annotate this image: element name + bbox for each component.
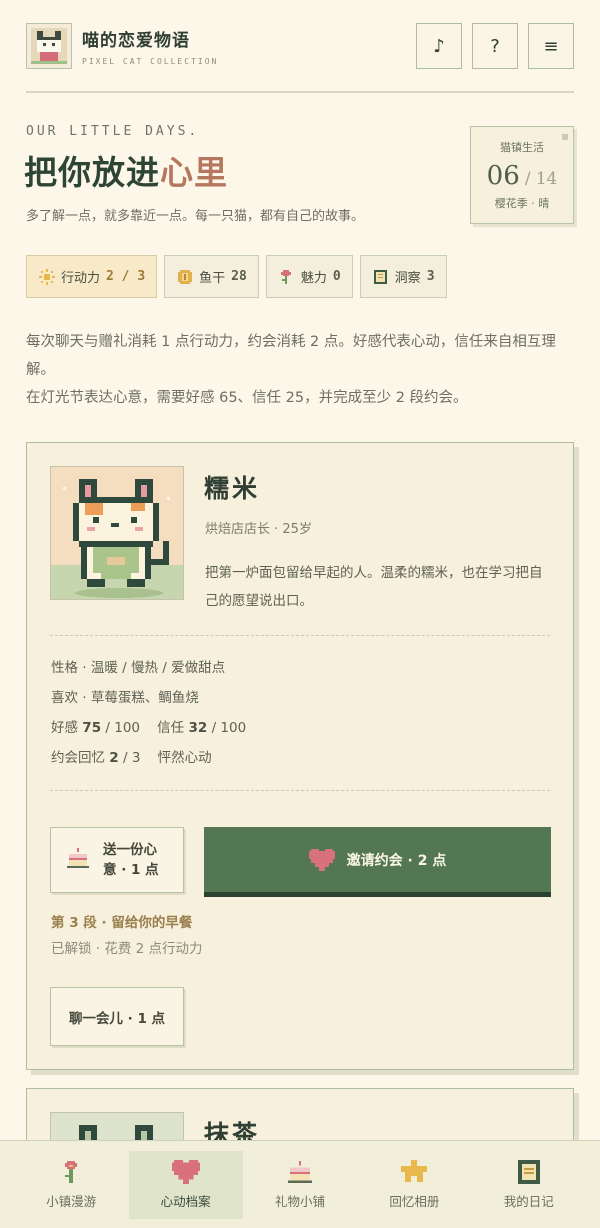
music-icon: ♪ xyxy=(433,35,445,57)
character-likes: 喜欢 · 草莓蛋糕、鲷鱼烧 xyxy=(51,690,199,706)
stat-label: 鱼干 xyxy=(199,271,226,286)
stat-value: 3 xyxy=(426,269,435,284)
affection-max: / 100 xyxy=(105,720,140,736)
card-divider-top xyxy=(50,635,550,636)
calendar-label: 猫镇生活 xyxy=(500,141,544,154)
app-logo[interactable] xyxy=(26,23,72,69)
character-memory: 约会回忆 2 / 3 怦然心动 xyxy=(51,743,246,773)
character-name: 糯米 xyxy=(204,474,261,503)
book-icon xyxy=(372,268,389,285)
nav-gift-shop[interactable]: 礼物小铺 xyxy=(243,1151,357,1219)
stat-charm[interactable]: 魅力 0 xyxy=(265,255,353,298)
character-card: 糯米 烘焙店店长 · 25岁 把第一炉面包留给早起的人。温柔的糯米，也在学习把自… xyxy=(26,442,574,1070)
chat-button-label: 聊一会儿 · 1 点 xyxy=(68,1010,166,1027)
calendar-day: 06 / 14 xyxy=(471,161,573,191)
hero-title-accent: 心里 xyxy=(160,153,228,192)
hero-subtitle: 多了解一点，就多靠近一点。每一只猫，都有自己的故事。 xyxy=(26,209,365,224)
affection-value: 75 xyxy=(82,720,102,736)
menu-icon: ≡ xyxy=(543,35,559,57)
nav-heart-profile-label: 心动档案 xyxy=(160,1194,211,1209)
stat-insight[interactable]: 洞察 3 xyxy=(359,255,447,298)
sun-icon xyxy=(38,268,55,285)
chat-button[interactable]: 聊一会儿 · 1 点 xyxy=(50,987,184,1046)
memory-max: / 3 xyxy=(123,750,141,766)
character-portrait xyxy=(50,466,184,600)
stats-bar: 行动力 2 / 3 鱼干 28 魅力 0 洞察 3 xyxy=(26,255,447,298)
menu-button[interactable]: ≡ xyxy=(528,23,574,69)
calendar-day-number: 06 xyxy=(486,161,520,191)
stat-value: 2 / 3 xyxy=(106,269,146,284)
mood-status: 怦然心动 xyxy=(157,750,212,766)
calendar-widget: 猫镇生活 06 / 14 樱花季 · 晴 xyxy=(470,126,574,224)
memory-value: 2 xyxy=(109,750,119,766)
card-divider-bottom xyxy=(50,790,550,791)
nav-diary[interactable]: 我的日记 xyxy=(472,1151,586,1219)
help-icon: ? xyxy=(490,35,500,57)
bottom-nav: 小镇漫游 心动档案 礼物小铺 回忆相册 我的日记 xyxy=(0,1140,600,1228)
app-subtitle: PIXEL CAT COLLECTION xyxy=(82,57,219,66)
memory-subtitle: 已解锁 · 花费 2 点行动力 xyxy=(51,941,203,957)
heart-icon xyxy=(308,848,335,871)
nav-town-label: 小镇漫游 xyxy=(46,1194,97,1209)
stat-value: 0 xyxy=(332,269,341,284)
cat-portrait-icon xyxy=(51,467,183,599)
memory-label: 约会回忆 xyxy=(51,750,105,766)
nav-memory-album-label: 回忆相册 xyxy=(389,1194,440,1209)
cake-icon xyxy=(287,1159,312,1185)
flower-icon xyxy=(63,1159,79,1185)
trust-value: 32 xyxy=(188,720,208,736)
calendar-total: 14 xyxy=(535,169,558,189)
app-title: 喵的恋爱物语 xyxy=(82,31,190,51)
character-description: 把第一炉面包留给早起的人。温柔的糯米，也在学习把自己的愿望说出口。 xyxy=(205,565,543,609)
invite-date-label: 邀请约会 · 2 点 xyxy=(346,852,447,869)
invite-date-button[interactable]: 邀请约会 · 2 点 xyxy=(204,827,551,897)
flower-icon xyxy=(278,268,295,285)
character-info: 性格 · 温暖 / 慢热 / 爱做甜点 喜欢 · 草莓蛋糕、鲷鱼烧 好感 75 … xyxy=(51,653,246,773)
calendar-season: 樱花季 · 晴 xyxy=(494,197,550,210)
rules-line-1: 每次聊天与赠礼消耗 1 点行动力，约会消耗 2 点。好感代表心动，信任来自相互理… xyxy=(26,334,556,378)
stat-label: 洞察 xyxy=(394,271,421,286)
character-personality: 性格 · 温暖 / 慢热 / 爱做甜点 xyxy=(51,660,226,676)
heart-icon xyxy=(171,1159,200,1185)
gift-button[interactable]: 送一份心意 · 1 点 xyxy=(50,827,184,893)
stat-label: 行动力 xyxy=(61,271,101,286)
affection-label: 好感 xyxy=(51,720,78,736)
calendar-corner xyxy=(562,134,568,140)
trust-max: / 100 xyxy=(211,720,247,736)
hero-eyebrow: OUR LITTLE DAYS. xyxy=(26,124,200,139)
hero-title: 把你放进心里 xyxy=(24,146,228,194)
nav-gift-shop-label: 礼物小铺 xyxy=(274,1194,325,1209)
character-role: 烘焙店店长 · 25岁 xyxy=(205,522,312,537)
stat-fish[interactable]: 鱼干 28 xyxy=(164,255,259,298)
nav-diary-label: 我的日记 xyxy=(503,1194,554,1209)
trust-label: 信任 xyxy=(157,720,185,736)
header-divider xyxy=(26,91,574,93)
hero-title-main: 把你放进 xyxy=(24,153,160,192)
help-button[interactable]: ? xyxy=(472,23,518,69)
stat-energy[interactable]: 行动力 2 / 3 xyxy=(26,255,158,298)
character-stats: 好感 75 / 100 信任 32 / 100 xyxy=(51,713,246,743)
star-icon xyxy=(401,1159,428,1185)
stat-label: 魅力 xyxy=(300,271,327,286)
memory-title: 第 3 段 · 留给你的早餐 xyxy=(51,915,193,931)
cake-icon xyxy=(67,848,89,872)
cat-logo-icon xyxy=(31,28,67,64)
nav-heart-profile[interactable]: 心动档案 xyxy=(128,1150,243,1219)
nav-town[interactable]: 小镇漫游 xyxy=(14,1151,128,1219)
gift-button-label: 送一份心意 · 1 点 xyxy=(103,842,159,878)
rules-text: 每次聊天与赠礼消耗 1 点行动力，约会消耗 2 点。好感代表心动，信任来自相互理… xyxy=(26,328,574,412)
app-header: 喵的恋爱物语 PIXEL CAT COLLECTION ♪ ? ≡ xyxy=(26,22,574,70)
stat-value: 28 xyxy=(231,269,247,284)
coin-icon xyxy=(176,268,193,285)
music-button[interactable]: ♪ xyxy=(416,23,462,69)
calendar-separator: / xyxy=(524,169,531,189)
rules-line-2: 在灯光节表达心意，需要好感 65、信任 25，并完成至少 2 段约会。 xyxy=(26,390,468,406)
diary-icon xyxy=(517,1159,540,1185)
nav-memory-album[interactable]: 回忆相册 xyxy=(357,1151,471,1219)
